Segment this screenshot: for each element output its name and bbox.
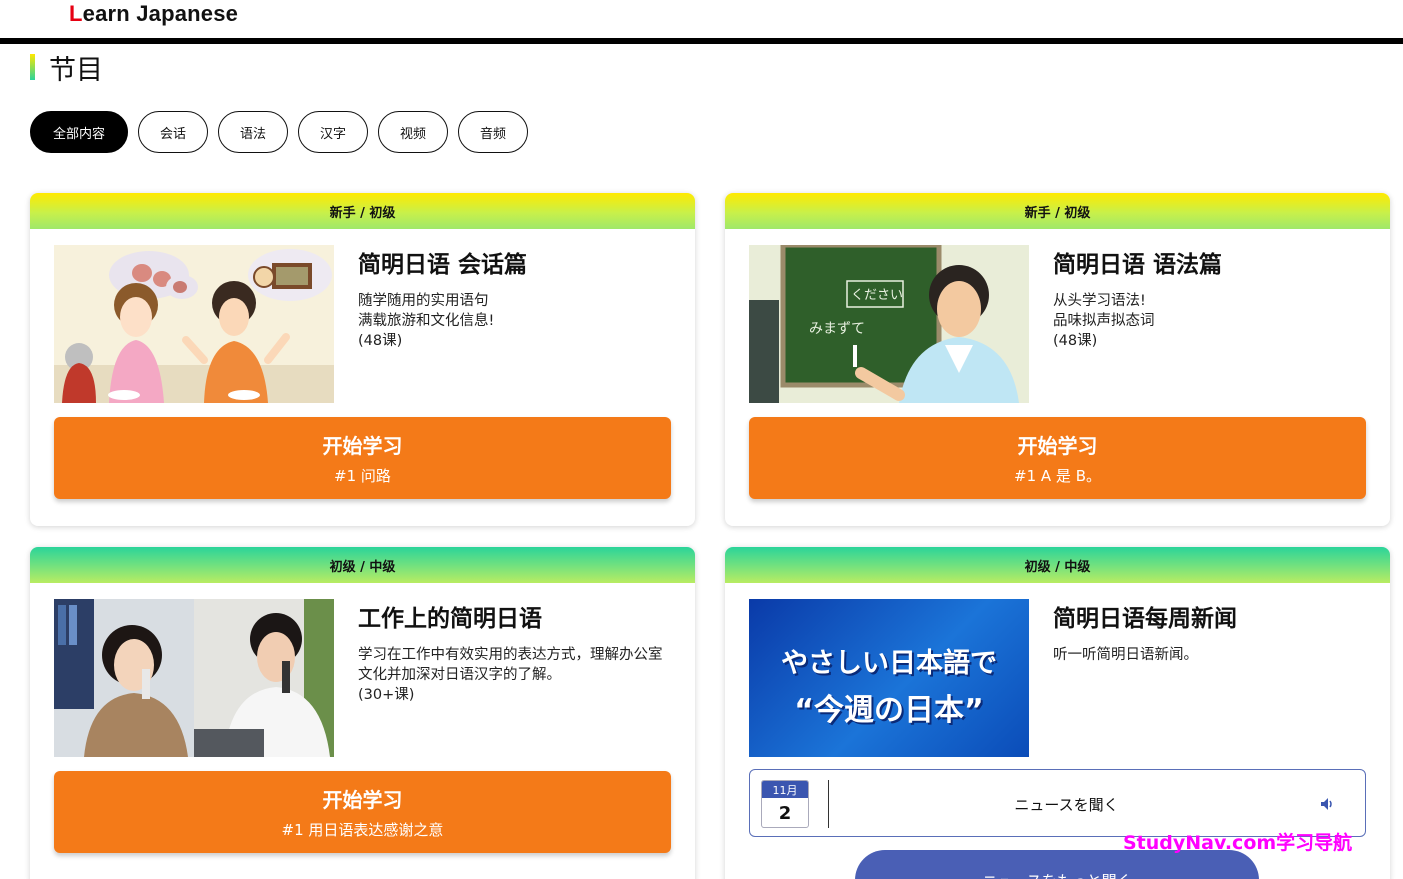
start-learning-button[interactable]: 开始学习 #1 用日语表达感谢之意: [54, 771, 671, 853]
start-button-lesson: #1 问路: [334, 467, 391, 485]
level-label: 新手 / 初级: [30, 193, 695, 229]
board-text-1: みまずて: [809, 321, 865, 337]
grammar-thumbnail[interactable]: みまずて ください: [749, 245, 1029, 403]
card-description: 学习在工作中有效实用的表达方式，理解办公室文化并加深对日语汉字的了解。 (30+…: [358, 645, 668, 705]
start-button-lesson: #1 A 是 B。: [1014, 467, 1101, 485]
section-heading: 节目: [30, 52, 103, 86]
thumb-line-1: やさしい日本語で: [781, 648, 997, 679]
thumb-line-2: “今週の日本”: [794, 693, 984, 728]
card-description: 听一听简明日语新闻。: [1053, 645, 1363, 665]
level-label: 新手 / 初级: [725, 193, 1390, 229]
program-card-grammar: 新手 / 初级 みまずて ください 简明日语 语法篇 从头学习语法! 品味拟声拟…: [725, 193, 1390, 526]
desc-line-1: 学习在工作中有效实用的表达方式，理解办公室文化并加深对日语汉字的了解。: [358, 647, 663, 683]
header-divider: [0, 38, 1403, 44]
heading-accent-bar: [30, 54, 35, 80]
news-thumbnail[interactable]: やさしい日本語で “今週の日本”: [749, 599, 1029, 757]
lesson-count: (30+课): [358, 687, 415, 703]
program-card-conversation: 新手 / 初级 简明日语 会话篇 随学随用的实用语句 满载旅游和文化信息! (4…: [30, 193, 695, 526]
lesson-count: (48课): [358, 333, 403, 349]
filter-video[interactable]: 视频: [378, 111, 448, 153]
desc-line-1: 从头学习语法!: [1053, 293, 1146, 309]
lesson-count: (48课): [1053, 333, 1098, 349]
start-button-label: 开始学习: [322, 788, 403, 812]
site-logo[interactable]: Learn Japanese: [69, 1, 238, 27]
level-label: 初级 / 中级: [725, 547, 1390, 583]
card-title[interactable]: 工作上的简明日语: [358, 599, 542, 633]
start-learning-button[interactable]: 开始学习 #1 A 是 B。: [749, 417, 1366, 499]
start-learning-button[interactable]: 开始学习 #1 问路: [54, 417, 671, 499]
speaker-icon[interactable]: [1319, 796, 1335, 812]
desc-line-2: 品味拟声拟态词: [1053, 313, 1155, 329]
program-card-business: 初级 / 中级 工作上的简明日语 学习在工作中有效实用的表达方式，理解办公室文化…: [30, 547, 695, 879]
business-thumbnail[interactable]: [54, 599, 334, 757]
filter-chips: 全部内容 会话 语法 汉字 视频 音频: [30, 111, 528, 153]
top-bar: Learn Japanese: [0, 0, 1403, 44]
filter-audio[interactable]: 音频: [458, 111, 528, 153]
start-button-lesson: #1 用日语表达感谢之意: [281, 821, 444, 839]
card-title[interactable]: 简明日语每周新闻: [1053, 599, 1237, 633]
start-button-label: 开始学习: [322, 434, 403, 458]
filter-kanji[interactable]: 汉字: [298, 111, 368, 153]
board-text-2: ください: [851, 288, 903, 303]
calendar-day: 2: [778, 802, 792, 824]
card-title[interactable]: 简明日语 会话篇: [358, 245, 527, 279]
watermark: StudyNav.com学习导航: [1123, 832, 1353, 854]
logo-initial: L: [69, 1, 83, 26]
desc-line-1: 随学随用的实用语句: [358, 293, 489, 309]
desc-line-2: 满载旅游和文化信息!: [358, 313, 495, 329]
card-description: 随学随用的实用语句 满载旅游和文化信息! (48课): [358, 291, 668, 351]
card-title[interactable]: 简明日语 语法篇: [1053, 245, 1222, 279]
start-button-label: 开始学习: [1017, 434, 1098, 458]
filter-conversation[interactable]: 会话: [138, 111, 208, 153]
desc-line-1: 听一听简明日语新闻。: [1053, 647, 1198, 663]
card-description: 从头学习语法! 品味拟声拟态词 (48课): [1053, 291, 1363, 351]
calendar-month: 11月: [762, 781, 808, 798]
level-label: 初级 / 中级: [30, 547, 695, 583]
logo-text: earn Japanese: [82, 1, 239, 26]
filter-grammar[interactable]: 语法: [218, 111, 288, 153]
news-player[interactable]: 11月 2 ニュースを聞く: [749, 769, 1366, 837]
section-title: 节目: [49, 54, 103, 86]
date-calendar: 11月 2: [761, 780, 809, 828]
filter-all[interactable]: 全部内容: [30, 111, 128, 153]
conversation-thumbnail[interactable]: [54, 245, 334, 403]
